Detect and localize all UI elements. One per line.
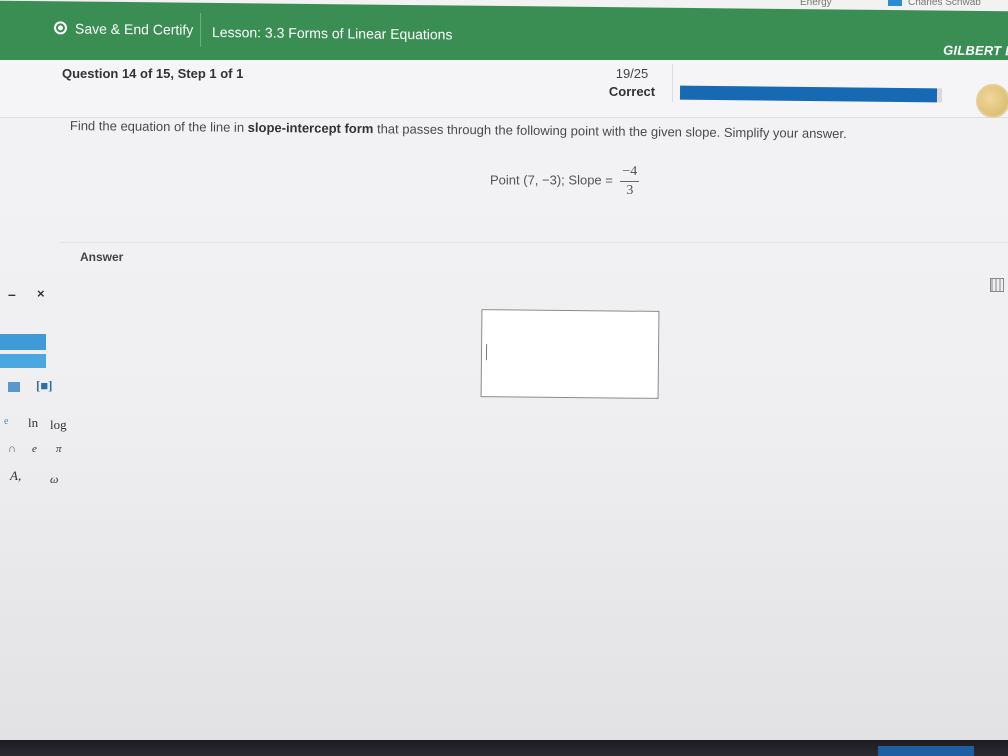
text-cursor [485, 344, 488, 361]
palette-key-square-icon[interactable] [8, 382, 20, 392]
calculator-icon[interactable] [990, 278, 1004, 292]
palette-key-a-subscript[interactable]: A, [10, 468, 21, 484]
score-panel: 19/25 Correct [596, 66, 668, 99]
prompt-text-start: Find the equation of the line in [69, 118, 248, 135]
monitor-bezel [0, 740, 1008, 756]
palette-key-intersection[interactable]: ∩ [8, 443, 16, 455]
palette-key-pi[interactable]: π [56, 443, 62, 455]
target-icon [54, 21, 67, 35]
question-prompt: Find the equation of the line in slope-i… [70, 118, 1000, 143]
palette-minimize-button[interactable]: – [8, 286, 16, 302]
palette-key-bracket[interactable]: [■] [36, 378, 53, 394]
question-step-label: Question 14 of 15, Step 1 of 1 [62, 66, 244, 81]
lesson-title: Lesson: 3.3 Forms of Linear Equations [212, 23, 453, 43]
progress-bar [679, 85, 943, 103]
prompt-text-end: that passes through the following point … [373, 121, 847, 142]
prompt-text-bold: slope-intercept form [247, 119, 374, 137]
achievement-badge-icon[interactable] [976, 84, 1008, 118]
answer-status: Correct [608, 84, 656, 99]
math-palette: – × [■] e ln log ∩ e π A, ω [0, 280, 72, 490]
save-and-end-label: Save & End Certify [75, 20, 194, 38]
bookmark-charles-schwab[interactable]: Charles Schwab [888, 0, 981, 8]
palette-key-e[interactable]: e [32, 443, 37, 455]
screen: Energy Charles Schwab Save & End Certify… [0, 0, 1008, 740]
slope-denominator: 3 [626, 183, 634, 198]
taskbar-item [878, 746, 974, 756]
section-divider [60, 242, 1008, 243]
bookmark-energy[interactable]: Energy [800, 0, 832, 8]
user-name[interactable]: GILBERT E [943, 43, 1008, 59]
score-value: 19/25 [615, 66, 649, 81]
palette-key-omega[interactable]: ω [50, 472, 58, 487]
save-and-end-button[interactable]: Save & End Certify [48, 16, 203, 42]
problem-statement: Point (7, −3); Slope = −4 3 [490, 164, 640, 199]
palette-tab[interactable] [0, 354, 46, 368]
point-and-slope-text: Point (7, −3); Slope = [490, 172, 613, 188]
topbar-divider [200, 12, 201, 47]
palette-key-log[interactable]: log [50, 417, 67, 433]
palette-close-button[interactable]: × [37, 286, 45, 301]
answer-input[interactable] [480, 309, 660, 399]
slope-fraction: −4 3 [620, 164, 640, 199]
score-divider [672, 64, 673, 102]
palette-key-ln[interactable]: ln [28, 415, 38, 431]
slope-numerator: −4 [620, 164, 640, 182]
answer-label: Answer [80, 250, 124, 264]
palette-key-e-power[interactable]: e [4, 416, 8, 427]
progress-bar-fill [679, 85, 937, 103]
palette-tab-selected[interactable] [0, 334, 46, 350]
